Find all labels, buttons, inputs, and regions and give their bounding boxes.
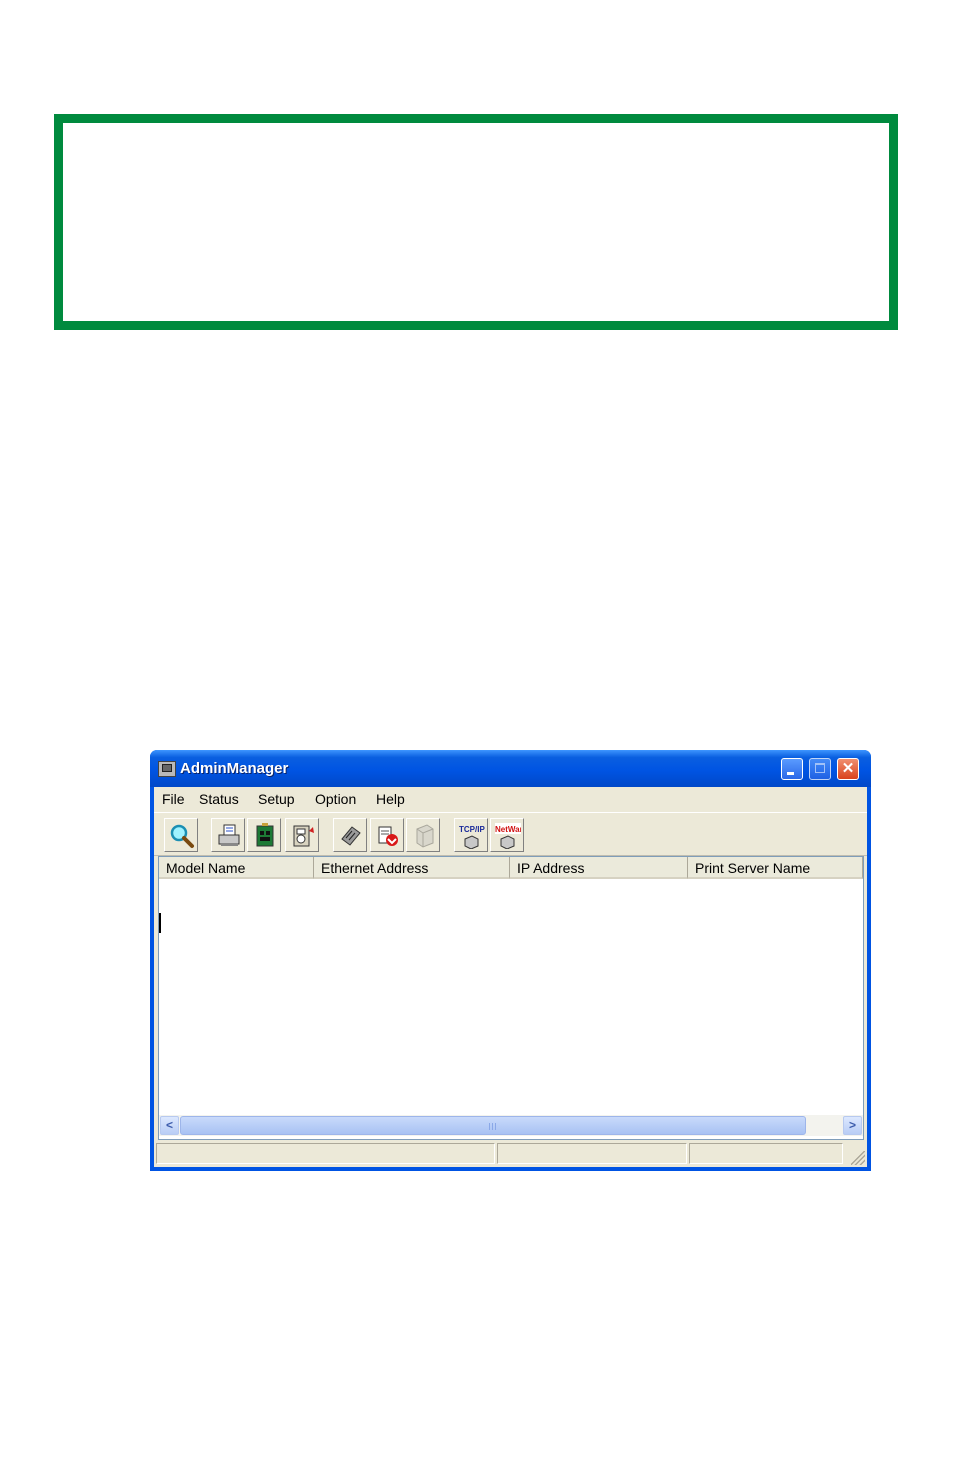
resize-grip-icon[interactable] bbox=[851, 1151, 865, 1165]
close-button[interactable]: ✕ bbox=[837, 758, 859, 780]
download-icon bbox=[378, 826, 398, 846]
minimize-icon bbox=[787, 772, 794, 775]
printer-status-icon bbox=[218, 824, 240, 846]
toolbar: TCP/IP NetWare bbox=[154, 812, 867, 856]
printer-status-button[interactable] bbox=[211, 818, 245, 852]
firmware-button[interactable] bbox=[333, 818, 367, 852]
menu-help[interactable]: Help bbox=[376, 791, 405, 807]
column-ip-address[interactable]: IP Address bbox=[510, 857, 688, 879]
network-card-button[interactable] bbox=[247, 818, 281, 852]
minimize-button[interactable] bbox=[781, 758, 803, 780]
download-button[interactable] bbox=[370, 818, 404, 852]
printer-list[interactable]: Model Name Ethernet Address IP Address P… bbox=[158, 856, 864, 1140]
maximize-icon bbox=[815, 763, 825, 773]
column-model-name[interactable]: Model Name bbox=[159, 857, 314, 879]
search-magnifier-icon bbox=[170, 824, 194, 848]
grip-icon bbox=[489, 1123, 498, 1130]
tcpip-button[interactable]: TCP/IP bbox=[454, 818, 488, 852]
firmware-chip-icon bbox=[341, 826, 361, 846]
search-button[interactable] bbox=[164, 818, 198, 852]
app-printer-icon bbox=[158, 761, 176, 777]
column-print-server-name[interactable]: Print Server Name bbox=[688, 857, 863, 879]
status-bar bbox=[154, 1140, 867, 1167]
chevron-left-icon: < bbox=[165, 1118, 173, 1132]
status-panel-2 bbox=[497, 1143, 687, 1164]
network-card-icon bbox=[256, 823, 274, 847]
printer-disabled-button[interactable] bbox=[406, 818, 440, 852]
table-header: Model Name Ethernet Address IP Address P… bbox=[159, 857, 865, 879]
chevron-right-icon: > bbox=[848, 1118, 856, 1132]
green-frame-box bbox=[54, 114, 898, 330]
focus-caret bbox=[159, 913, 161, 933]
window-client-area: File Status Setup Option Help TCP/IP Net… bbox=[154, 787, 867, 1167]
status-panel-1 bbox=[156, 1143, 495, 1164]
horizontal-scrollbar[interactable]: < > bbox=[159, 1115, 863, 1136]
maximize-button[interactable] bbox=[809, 758, 831, 780]
meter-button[interactable] bbox=[285, 818, 319, 852]
menu-bar: File Status Setup Option Help bbox=[154, 787, 867, 811]
scroll-right-button[interactable]: > bbox=[843, 1116, 862, 1135]
close-icon: ✕ bbox=[841, 760, 855, 777]
menu-file[interactable]: File bbox=[162, 791, 185, 807]
netware-icon: NetWare bbox=[495, 823, 521, 849]
adminmanager-window: AdminManager ✕ File Status Setup Option … bbox=[150, 750, 871, 1171]
title-bar[interactable]: AdminManager ✕ bbox=[150, 750, 871, 787]
column-ethernet-address[interactable]: Ethernet Address bbox=[314, 857, 510, 879]
window-title: AdminManager bbox=[180, 760, 289, 777]
status-panel-3 bbox=[689, 1143, 843, 1164]
printer-disabled-icon bbox=[416, 824, 434, 848]
meter-icon bbox=[293, 825, 314, 847]
menu-setup[interactable]: Setup bbox=[258, 791, 295, 807]
svg-text:NetWare: NetWare bbox=[495, 825, 521, 834]
tcpip-icon: TCP/IP bbox=[459, 825, 485, 849]
menu-status[interactable]: Status bbox=[199, 791, 239, 807]
scroll-thumb[interactable] bbox=[180, 1116, 806, 1135]
netware-button[interactable]: NetWare bbox=[490, 818, 524, 852]
menu-option[interactable]: Option bbox=[315, 791, 356, 807]
scroll-left-button[interactable]: < bbox=[160, 1116, 179, 1135]
svg-text:TCP/IP: TCP/IP bbox=[459, 825, 485, 834]
